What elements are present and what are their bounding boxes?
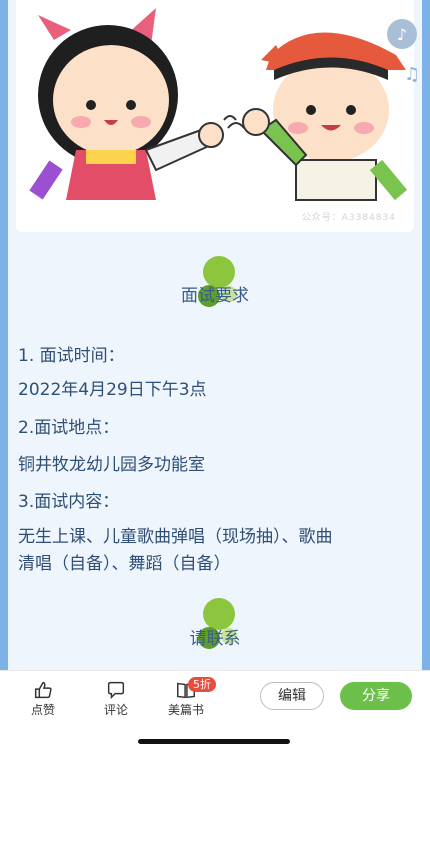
meipian-book-label: 美篇书 (167, 703, 204, 717)
content-line: 1. 面试时间： (18, 346, 125, 366)
content-line: 无生上课、儿童歌曲弹唱（现场抽）、歌曲 (18, 527, 333, 547)
content-line: 2.面试地点： (18, 418, 120, 438)
comment-button[interactable]: 评论 (86, 679, 146, 718)
like-button[interactable]: 点赞 (13, 679, 73, 718)
image-watermark: 公众号：A3384834 (301, 213, 396, 223)
music-toggle-button[interactable]: ♪ (387, 19, 417, 49)
section-title-contact: 请联系 (189, 629, 241, 649)
edit-button[interactable]: 编辑 (260, 682, 324, 710)
content-line: 铜井牧龙幼儿园多功能室 (18, 455, 205, 475)
hero-illustration: 公众号：A3384834 (16, 0, 414, 232)
like-label: 点赞 (30, 703, 55, 717)
meipian-book-button[interactable]: 5折 美篇书 (156, 677, 216, 718)
content-line: 2022年4月29日下午3点 (18, 380, 207, 400)
section-title-requirements: 面试要求 (181, 286, 249, 306)
bottom-action-bar: 点赞 评论 5折 美篇书 编辑 分享 (0, 670, 430, 731)
comment-label: 评论 (103, 703, 128, 717)
content-line: 清唱（自备）、舞蹈（自备） (18, 554, 231, 574)
thumbs-up-icon (13, 679, 73, 701)
discount-badge: 5折 (188, 677, 216, 692)
music-note-icon: ♪ (396, 24, 408, 44)
home-indicator[interactable] (138, 739, 290, 744)
share-button[interactable]: 分享 (340, 682, 412, 710)
kids-waving-image (29, 8, 408, 201)
floating-music-note-icon: ♫ (404, 64, 421, 85)
article-content[interactable]: 公众号：A3384834 ♪ ♫ 面试要求 1. 面试时间： 2022年4月29… (8, 0, 422, 670)
comment-bubble-icon (86, 679, 146, 701)
content-line: 3.面试内容： (18, 492, 120, 512)
